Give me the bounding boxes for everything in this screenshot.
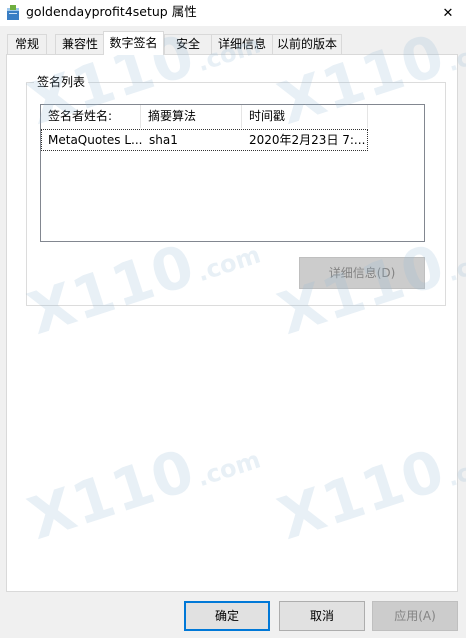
- column-header-signer[interactable]: 签名者姓名:: [41, 105, 141, 128]
- tab-digital-signatures[interactable]: 数字签名: [103, 31, 164, 55]
- column-header-timestamp[interactable]: 时间戳: [242, 105, 368, 128]
- algorithm-cell: sha1: [149, 133, 178, 147]
- cancel-button[interactable]: 取消: [279, 601, 365, 631]
- tab-security[interactable]: 安全: [164, 34, 212, 54]
- tab-general[interactable]: 常规: [7, 34, 47, 54]
- tab-previous-versions[interactable]: 以前的版本: [272, 34, 342, 54]
- tab-panel: 签名列表 签名者姓名: 摘要算法 时间戳 MetaQuotes L... sha…: [6, 54, 458, 592]
- details-button[interactable]: 详细信息(D): [299, 257, 425, 289]
- signature-list[interactable]: 签名者姓名: 摘要算法 时间戳 MetaQuotes L... sha1 202…: [40, 104, 425, 242]
- title-bar: goldendayprofit4setup 属性 ✕: [0, 0, 466, 26]
- tab-compatibility[interactable]: 兼容性: [55, 34, 105, 54]
- window-title: goldendayprofit4setup 属性: [26, 4, 197, 19]
- timestamp-cell: 2020年2月23日 7:...: [249, 133, 366, 147]
- tab-details[interactable]: 详细信息: [211, 34, 273, 54]
- installer-box-icon: [6, 5, 20, 21]
- column-header-algorithm[interactable]: 摘要算法: [141, 105, 242, 128]
- close-icon: ✕: [442, 5, 454, 21]
- ok-button[interactable]: 确定: [184, 601, 270, 631]
- apply-button[interactable]: 应用(A): [372, 601, 458, 631]
- list-header: 签名者姓名: 摘要算法 时间戳: [41, 105, 424, 128]
- tab-strip: 常规 兼容性 数字签名 安全 详细信息 以前的版本: [0, 31, 466, 55]
- signer-name-cell: MetaQuotes L...: [48, 133, 142, 147]
- close-button[interactable]: ✕: [430, 0, 466, 26]
- table-row[interactable]: MetaQuotes L... sha1 2020年2月23日 7:...: [41, 129, 368, 151]
- signature-list-legend: 签名列表: [34, 75, 89, 89]
